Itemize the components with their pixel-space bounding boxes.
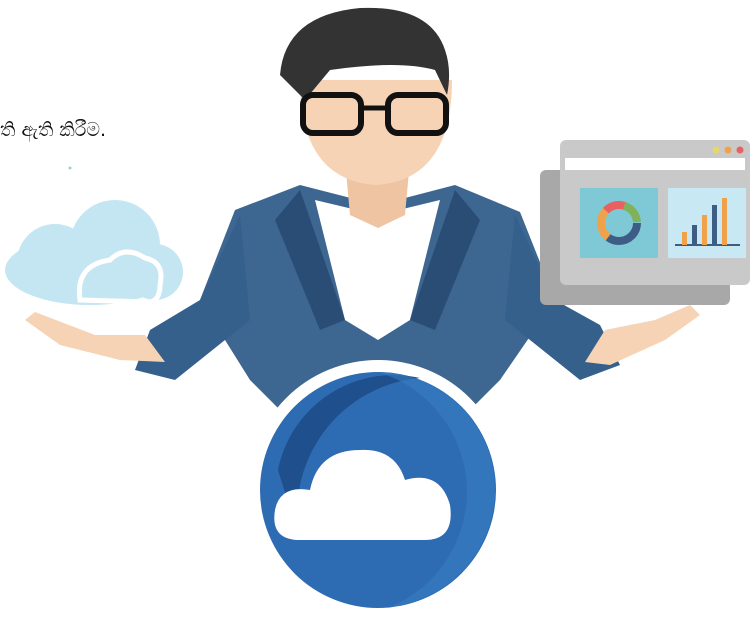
dashboard-monitor	[540, 140, 750, 305]
right-hand	[585, 305, 700, 365]
illustration-canvas	[5, 7, 750, 620]
illustration-stage: ති ඇති කිරීම.	[0, 0, 754, 623]
decorative-dot	[68, 166, 72, 170]
left-hand	[25, 312, 165, 362]
person-head	[280, 7, 452, 185]
cloud-service-badge	[248, 360, 508, 620]
cloud-icon	[5, 200, 183, 305]
donut-chart-widget	[580, 188, 658, 258]
